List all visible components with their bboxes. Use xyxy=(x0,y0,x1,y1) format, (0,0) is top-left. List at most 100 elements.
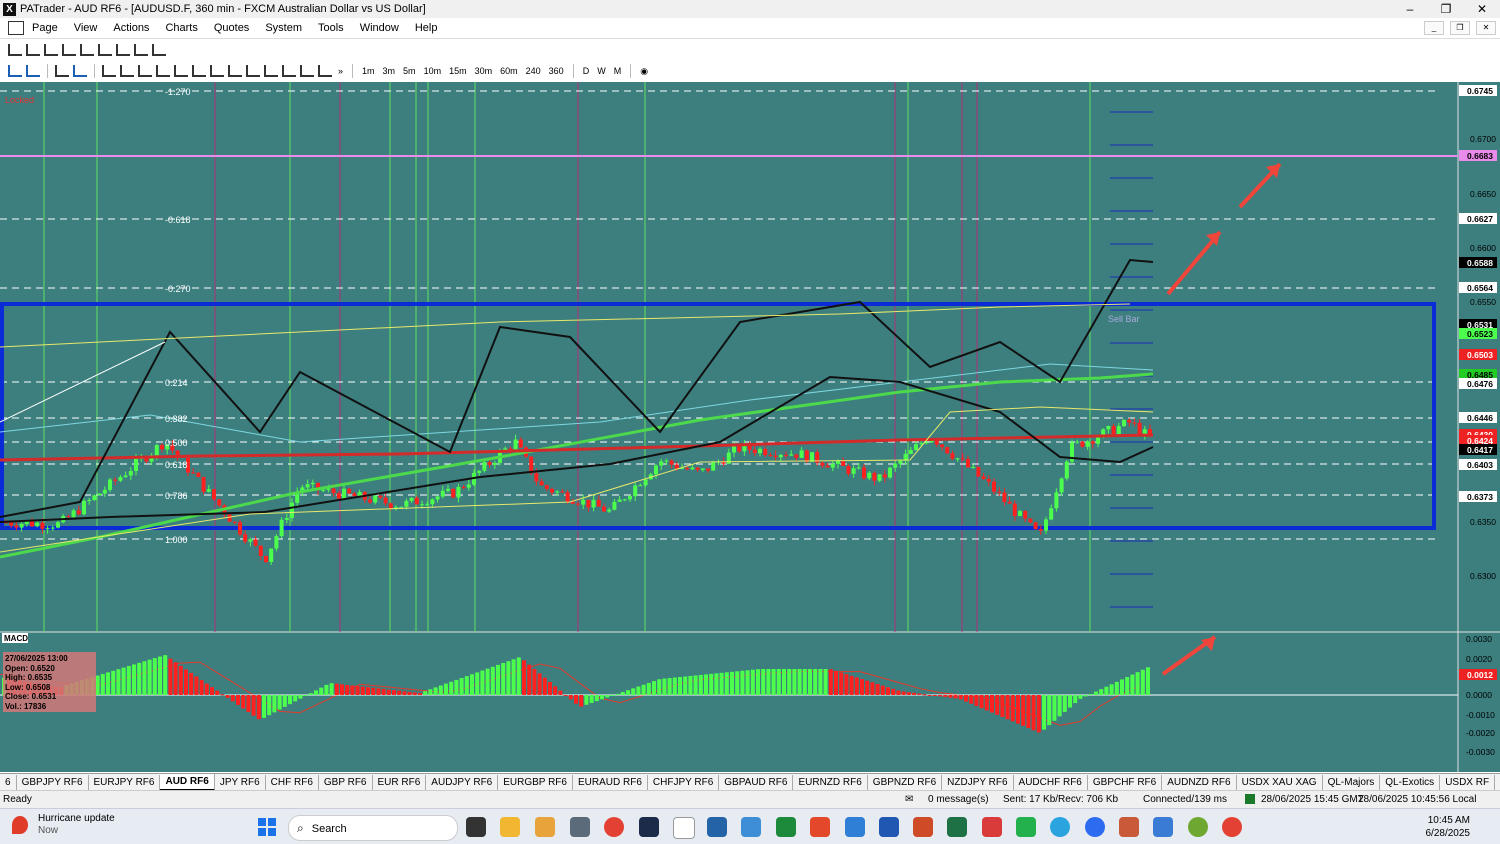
tab-6[interactable]: 6 xyxy=(0,775,17,790)
gann-icon[interactable] xyxy=(228,65,242,77)
bar-chart-icon[interactable] xyxy=(8,44,22,56)
vertical-line-icon[interactable] xyxy=(138,65,152,77)
chart-area[interactable]: -1.270 -0.618 -0.270 0.214 0.382 0.500 0.618 0.… xyxy=(0,82,1500,772)
mdi-close-button[interactable]: ✕ xyxy=(1476,21,1496,35)
menu-actions[interactable]: Actions xyxy=(105,22,157,34)
tab-audnzd-rf6[interactable]: AUDNZD RF6 xyxy=(1162,775,1237,790)
tab-usdx-xau-xag[interactable]: USDX XAU XAG xyxy=(1237,775,1323,790)
cycle-lines-icon[interactable] xyxy=(246,65,260,77)
tab-gbpchf-rf6[interactable]: GBPCHF RF6 xyxy=(1088,775,1163,790)
start-button[interactable] xyxy=(258,818,276,836)
area-chart-icon[interactable] xyxy=(80,44,94,56)
fib-fan-icon[interactable] xyxy=(210,65,224,77)
tab-ql-majors[interactable]: QL-Majors xyxy=(1323,775,1381,790)
restore-button[interactable]: ❐ xyxy=(1428,0,1464,18)
tab-gbpjpy-rf6[interactable]: GBPJPY RF6 xyxy=(17,775,89,790)
tf-30m-button[interactable]: 30m xyxy=(471,66,497,76)
menu-charts[interactable]: Charts xyxy=(157,22,205,34)
fibonacci-icon[interactable] xyxy=(192,65,206,77)
line-chart-icon[interactable] xyxy=(62,44,76,56)
tf-60m-button[interactable]: 60m xyxy=(496,66,522,76)
patrader-icon[interactable] xyxy=(673,817,695,839)
tf-1m-button[interactable]: 1m xyxy=(358,66,379,76)
tab-nzdjpy-rf6[interactable]: NZDJPY RF6 xyxy=(942,775,1014,790)
horizontal-line-icon[interactable] xyxy=(120,65,134,77)
tab-eurgbp-rf6[interactable]: EURGBP RF6 xyxy=(498,775,573,790)
tab-eur-rf6[interactable]: EUR RF6 xyxy=(373,775,427,790)
app-icon-1[interactable] xyxy=(535,817,555,837)
taskbar-clock[interactable]: 10:45 AM 6/28/2025 xyxy=(1426,814,1471,840)
tab-gbpaud-rf6[interactable]: GBPAUD RF6 xyxy=(719,775,794,790)
tab-audchf-rf6[interactable]: AUDCHF RF6 xyxy=(1014,775,1088,790)
tab-audjpy-rf6[interactable]: AUDJPY RF6 xyxy=(426,775,499,790)
menu-system[interactable]: System xyxy=(257,22,310,34)
photos-icon[interactable] xyxy=(741,817,761,837)
tab-euraud-rf6[interactable]: EURAUD RF6 xyxy=(573,775,648,790)
buy-tool-icon[interactable] xyxy=(8,65,22,77)
telegram-icon[interactable] xyxy=(1050,817,1070,837)
app-w-icon[interactable] xyxy=(1188,817,1208,837)
menu-help[interactable]: Help xyxy=(407,22,446,34)
tab-gbpnzd-rf6[interactable]: GBPNZD RF6 xyxy=(868,775,943,790)
tf-10m-button[interactable]: 10m xyxy=(420,66,446,76)
pointer-icon[interactable] xyxy=(102,65,116,77)
ohlc-chart-icon[interactable] xyxy=(26,44,40,56)
trading-app-icon[interactable] xyxy=(639,817,659,837)
task-view-icon[interactable] xyxy=(466,817,486,837)
powerpoint-icon[interactable] xyxy=(913,817,933,837)
tab-jpy-rf6[interactable]: JPY RF6 xyxy=(215,775,266,790)
tf-240-button[interactable]: 240 xyxy=(522,66,545,76)
status-messages[interactable]: 0 message(s) xyxy=(928,794,989,805)
chrome-icon[interactable] xyxy=(604,817,624,837)
tab-aud-rf6[interactable]: AUD RF6 xyxy=(160,774,215,791)
word-icon[interactable] xyxy=(879,817,899,837)
tab-gbp-rf6[interactable]: GBP RF6 xyxy=(319,775,373,790)
menu-window[interactable]: Window xyxy=(352,22,407,34)
tf-360-button[interactable]: 360 xyxy=(545,66,568,76)
file-explorer-icon[interactable] xyxy=(500,817,520,837)
tab-usdx-rf[interactable]: USDX RF xyxy=(1440,775,1496,790)
app-s2-icon[interactable] xyxy=(845,817,865,837)
app-green-icon[interactable] xyxy=(1016,817,1036,837)
tf-monthly-button[interactable]: M xyxy=(610,66,626,76)
tab-eurnzd-rf6[interactable]: EURNZD RF6 xyxy=(793,775,868,790)
channel-icon[interactable] xyxy=(174,65,188,77)
price-chart[interactable]: -1.270 -0.618 -0.270 0.214 0.382 0.500 0.618 0.… xyxy=(0,82,1500,772)
tab-ql-exotics[interactable]: QL-Exotics xyxy=(1380,775,1441,790)
tf-5m-button[interactable]: 5m xyxy=(399,66,420,76)
more-tools-button[interactable]: » xyxy=(334,66,347,76)
minimize-button[interactable]: – xyxy=(1392,0,1428,18)
tab-chfjpy-rf6[interactable]: CHFJPY RF6 xyxy=(648,775,720,790)
pitchfork-icon[interactable] xyxy=(318,65,332,77)
menu-tools[interactable]: Tools xyxy=(310,22,352,34)
point-figure-icon[interactable] xyxy=(98,44,112,56)
rectangle-icon[interactable] xyxy=(264,65,278,77)
tf-daily-button[interactable]: D xyxy=(579,66,594,76)
tf-weekly-button[interactable]: W xyxy=(593,66,610,76)
clock-icon[interactable]: ◉ xyxy=(636,66,652,77)
zoom-icon[interactable] xyxy=(1085,817,1105,837)
kagi-icon[interactable] xyxy=(134,44,148,56)
crosshair-icon[interactable] xyxy=(73,65,87,77)
chrome-2-icon[interactable] xyxy=(1222,817,1242,837)
sell-tool-icon[interactable] xyxy=(26,65,40,77)
tab-eurjpy-rf6[interactable]: EURJPY RF6 xyxy=(89,775,161,790)
app-red-icon[interactable] xyxy=(982,817,1002,837)
tf-15m-button[interactable]: 15m xyxy=(445,66,471,76)
menu-page[interactable]: Page xyxy=(24,22,66,34)
candle-chart-icon[interactable] xyxy=(44,44,58,56)
trend-line-icon[interactable] xyxy=(156,65,170,77)
excel-icon[interactable] xyxy=(947,817,967,837)
tab-chf-rf6[interactable]: CHF RF6 xyxy=(266,775,319,790)
mdi-restore-button[interactable]: ❐ xyxy=(1450,21,1470,35)
linebreak-icon[interactable] xyxy=(152,44,166,56)
app-grid-icon[interactable] xyxy=(1153,817,1173,837)
app-s-icon[interactable] xyxy=(810,817,830,837)
close-button[interactable]: ✕ xyxy=(1464,0,1500,18)
stock-app-icon[interactable] xyxy=(776,817,796,837)
renko-icon[interactable] xyxy=(116,44,130,56)
app-bag-icon[interactable] xyxy=(1119,817,1139,837)
menu-quotes[interactable]: Quotes xyxy=(206,22,257,34)
calculator-icon[interactable] xyxy=(570,817,590,837)
message-icon[interactable]: ✉ xyxy=(905,794,913,805)
